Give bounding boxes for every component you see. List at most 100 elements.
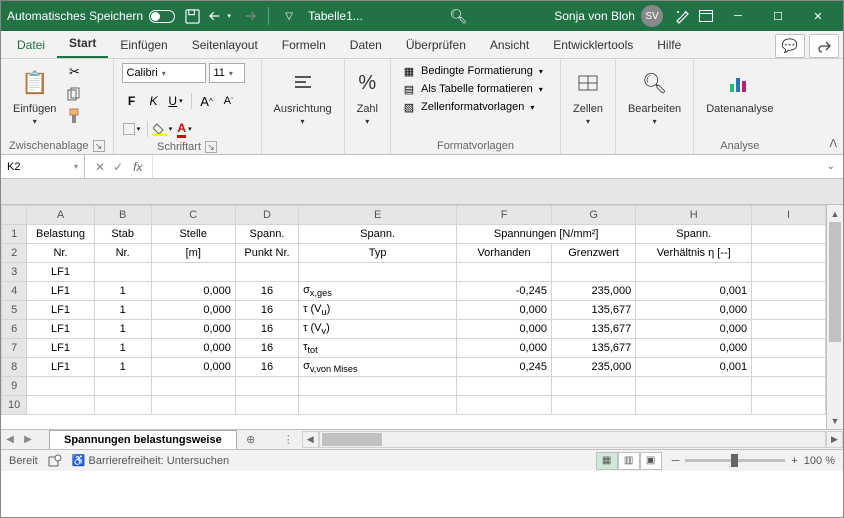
col-header[interactable]: C — [151, 206, 235, 225]
editing-button[interactable]: 🔍︎Bearbeiten▾ — [624, 63, 685, 128]
col-header[interactable]: H — [636, 206, 752, 225]
cancel-formula-icon[interactable]: ✕ — [95, 160, 105, 174]
cell[interactable]: 16 — [235, 320, 298, 339]
cell[interactable]: 235,000 — [551, 358, 635, 377]
col-header[interactable]: B — [94, 206, 151, 225]
cell[interactable] — [151, 263, 235, 282]
horizontal-scrollbar[interactable] — [319, 431, 826, 448]
cell[interactable]: 135,677 — [551, 339, 635, 358]
select-all-cell[interactable] — [2, 206, 27, 225]
qat-customize-icon[interactable]: ▽ — [278, 5, 300, 27]
cell[interactable]: τ (Vv) — [299, 320, 457, 339]
cell[interactable] — [752, 320, 826, 339]
col-header[interactable]: A — [27, 206, 94, 225]
cell[interactable]: 1 — [94, 320, 151, 339]
scroll-left-icon[interactable]: ◀ — [302, 431, 319, 448]
cell[interactable] — [752, 244, 826, 263]
italic-button[interactable]: K — [144, 91, 164, 111]
cell[interactable]: -0,245 — [457, 282, 552, 301]
maximize-button[interactable]: ☐ — [759, 2, 797, 30]
cell[interactable] — [551, 377, 635, 396]
cell[interactable]: τtot — [299, 339, 457, 358]
underline-button[interactable]: U▾ — [166, 91, 186, 111]
cell[interactable]: 0,000 — [151, 320, 235, 339]
cell[interactable] — [299, 263, 457, 282]
close-button[interactable]: ✕ — [799, 2, 837, 30]
cell[interactable]: σv,von Mises — [299, 358, 457, 377]
zoom-slider[interactable] — [685, 459, 785, 462]
sheet-tab-active[interactable]: Spannungen belastungsweise — [49, 430, 237, 449]
row-header[interactable]: 7 — [2, 339, 27, 358]
tab-start[interactable]: Start — [57, 31, 108, 58]
add-sheet-icon[interactable]: ⊕ — [239, 430, 263, 449]
font-name-select[interactable]: Calibri▾ — [122, 63, 206, 83]
alignment-button[interactable]: Ausrichtung▾ — [270, 63, 336, 128]
cells-button[interactable]: Zellen▾ — [569, 63, 607, 128]
cell[interactable] — [457, 263, 552, 282]
sheet-nav-next-icon[interactable]: ▶ — [19, 430, 37, 449]
cell[interactable]: 0,000 — [151, 339, 235, 358]
cell[interactable]: 0,001 — [636, 358, 752, 377]
cell[interactable]: LF1 — [27, 320, 94, 339]
view-page-break-icon[interactable]: ▣ — [640, 452, 662, 470]
cell[interactable]: τ (Vu) — [299, 301, 457, 320]
cell[interactable]: 1 — [94, 358, 151, 377]
cell[interactable] — [752, 358, 826, 377]
cell[interactable]: 0,000 — [636, 339, 752, 358]
row-header[interactable]: 1 — [2, 225, 27, 244]
cell[interactable] — [752, 339, 826, 358]
cell[interactable]: Vorhanden — [457, 244, 552, 263]
cell[interactable]: LF1 — [27, 339, 94, 358]
cell[interactable]: 16 — [235, 301, 298, 320]
zoom-out-icon[interactable]: ─ — [672, 455, 680, 467]
cell-styles-button[interactable]: ▧Zellenformatvorlagen▾ — [399, 99, 545, 115]
cell[interactable]: 135,677 — [551, 320, 635, 339]
confirm-formula-icon[interactable]: ✓ — [113, 160, 123, 174]
row-header[interactable]: 10 — [2, 396, 27, 415]
cell[interactable]: 0,000 — [457, 339, 552, 358]
view-page-layout-icon[interactable]: ▥ — [618, 452, 640, 470]
cell[interactable]: [m] — [151, 244, 235, 263]
tab-developer[interactable]: Entwicklertools — [541, 33, 645, 58]
search-icon[interactable]: 🔍︎ — [450, 8, 468, 25]
cell[interactable]: 16 — [235, 339, 298, 358]
cell[interactable]: 1 — [94, 282, 151, 301]
cell[interactable] — [636, 377, 752, 396]
data-analysis-button[interactable]: Datenanalyse — [702, 63, 777, 117]
cell[interactable] — [299, 377, 457, 396]
row-header[interactable]: 3 — [2, 263, 27, 282]
tab-data[interactable]: Daten — [338, 33, 394, 58]
cell[interactable]: Spann. — [235, 225, 298, 244]
fx-icon[interactable]: fx — [131, 160, 142, 174]
col-header[interactable]: G — [551, 206, 635, 225]
view-normal-icon[interactable]: ▦ — [596, 452, 618, 470]
cell[interactable] — [636, 263, 752, 282]
cell[interactable] — [752, 263, 826, 282]
expand-formula-bar-icon[interactable]: ⌄ — [819, 161, 843, 172]
bold-button[interactable]: F — [122, 91, 142, 111]
cell[interactable]: 1 — [94, 339, 151, 358]
cell[interactable] — [27, 377, 94, 396]
cell[interactable] — [235, 377, 298, 396]
decrease-font-icon[interactable]: Aˇ — [219, 91, 239, 111]
cell[interactable]: Stelle — [151, 225, 235, 244]
tab-view[interactable]: Ansicht — [478, 33, 541, 58]
row-header[interactable]: 8 — [2, 358, 27, 377]
tab-layout[interactable]: Seitenlayout — [180, 33, 270, 58]
cell[interactable]: Stab — [94, 225, 151, 244]
cell[interactable] — [235, 396, 298, 415]
tab-insert[interactable]: Einfügen — [108, 33, 179, 58]
zoom-in-icon[interactable]: + — [791, 455, 797, 467]
dialog-launcher-icon[interactable]: ↘ — [93, 140, 105, 152]
cut-icon[interactable]: ✂ — [64, 63, 84, 81]
tab-formulas[interactable]: Formeln — [270, 33, 338, 58]
cell[interactable] — [551, 263, 635, 282]
col-header[interactable]: D — [235, 206, 298, 225]
save-icon[interactable] — [181, 5, 203, 27]
cell[interactable] — [551, 396, 635, 415]
cell[interactable]: 0,000 — [457, 320, 552, 339]
cell[interactable] — [299, 396, 457, 415]
cell[interactable]: 0,000 — [636, 320, 752, 339]
dialog-launcher-icon[interactable]: ↘ — [205, 141, 217, 153]
cell[interactable] — [94, 396, 151, 415]
